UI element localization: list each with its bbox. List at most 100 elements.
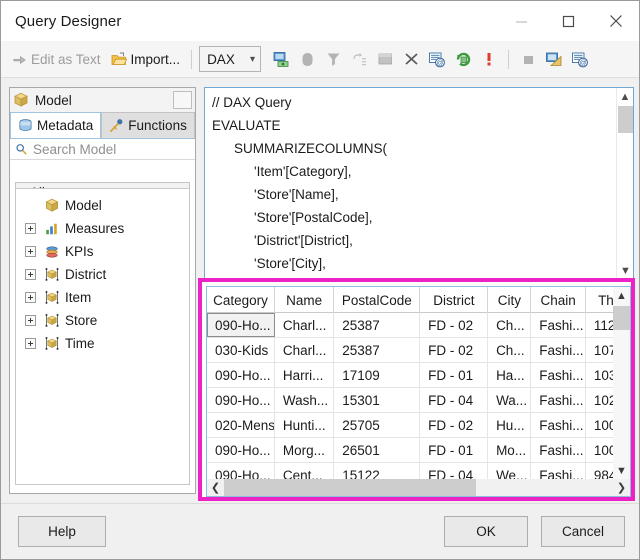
tab-metadata[interactable]: Metadata [10, 112, 102, 138]
tree-item-measures[interactable]: Measures [16, 217, 189, 240]
results-vertical-scrollbar[interactable]: ▲ ▼ [613, 287, 630, 479]
filter-button[interactable] [321, 46, 345, 72]
table-cell[interactable]: FD - 02 [420, 413, 489, 438]
expand-icon[interactable] [25, 338, 36, 349]
tree-item-kpis[interactable]: KPIs [16, 240, 189, 263]
table-cell[interactable]: Fashi... [531, 313, 586, 338]
table-row[interactable]: 090-Ho... Morg... 26501 FD - 01 Mo... Fashi..… [207, 438, 630, 463]
table-cell[interactable]: Morg... [275, 438, 335, 463]
table-cell[interactable]: Ch... [488, 338, 532, 363]
table-cell[interactable]: Fashi... [531, 338, 586, 363]
results-scroll-up-button[interactable]: ▲ [613, 287, 630, 304]
error-button[interactable] [477, 46, 501, 72]
table-cell[interactable]: 090-Ho... [207, 388, 275, 413]
table-cell[interactable]: Wash... [275, 388, 335, 413]
tab-functions[interactable]: Functions [101, 112, 195, 138]
cancel-button[interactable]: Cancel [541, 516, 625, 547]
table-cell[interactable]: FD - 02 [420, 338, 489, 363]
search-model-input[interactable]: Search Model [10, 139, 195, 160]
expand-icon[interactable] [25, 223, 36, 234]
edit-as-text-button[interactable]: Edit as Text [8, 45, 105, 73]
table-cell[interactable]: FD - 02 [420, 313, 489, 338]
query-scroll-down-button[interactable]: ▼ [617, 262, 633, 279]
add-dataset-button[interactable] [269, 46, 293, 72]
table-cell[interactable]: FD - 01 [420, 438, 489, 463]
results-scroll-left-button[interactable]: ❮ [207, 479, 224, 496]
expand-icon[interactable] [25, 269, 36, 280]
table-cell[interactable]: 15301 [334, 388, 421, 413]
table-cell[interactable]: 25387 [334, 313, 421, 338]
expand-icon[interactable] [25, 246, 36, 257]
design-mode-button[interactable] [542, 46, 566, 72]
table-row[interactable]: 090-Ho... Wash... 15301 FD - 04 Wa... Fashi..… [207, 388, 630, 413]
table-cell[interactable]: FD - 04 [420, 388, 489, 413]
table-cell[interactable]: 25387 [334, 338, 421, 363]
close-button[interactable] [592, 1, 639, 41]
column-header-district[interactable]: District [420, 287, 489, 313]
tree-item-district[interactable]: District [16, 263, 189, 286]
expand-icon[interactable] [25, 315, 36, 326]
table-row[interactable]: 020-Mens Hunti... 25705 FD - 02 Hu... Fashi..… [207, 413, 630, 438]
table-cell[interactable]: Charl... [275, 313, 335, 338]
table-cell[interactable]: 17109 [334, 363, 421, 388]
tree-item-item[interactable]: Item [16, 286, 189, 309]
query-scroll-up-button[interactable]: ▲ [617, 88, 633, 105]
table-cell[interactable]: 030-Kids [207, 338, 275, 363]
tree-item-store[interactable]: Store [16, 309, 189, 332]
column-header-postalcode[interactable]: PostalCode [334, 287, 421, 313]
table-cell[interactable]: 020-Mens [207, 413, 275, 438]
table-cell[interactable]: Mo... [488, 438, 532, 463]
table-cell[interactable]: Fashi... [531, 438, 586, 463]
column-header-chain[interactable]: Chain [531, 287, 586, 313]
minimize-button[interactable] [498, 1, 545, 41]
results-horizontal-scrollbar[interactable]: ❮ ❯ [207, 479, 630, 496]
table-cell[interactable]: Harri... [275, 363, 335, 388]
ok-button[interactable]: OK [444, 516, 528, 547]
delete-button[interactable] [399, 46, 423, 72]
results-grid-body[interactable]: 090-Ho... Charl... 25387 FD - 02 Ch... Fashi.… [207, 313, 630, 488]
delete-field-button[interactable] [373, 46, 397, 72]
table-row[interactable]: 030-Kids Charl... 25387 FD - 02 Ch... Fashi..… [207, 338, 630, 363]
table-cell[interactable]: Charl... [275, 338, 335, 363]
model-tree[interactable]: Model Measures KPIs District Item Store Time [15, 188, 190, 485]
results-vscroll-thumb[interactable] [613, 306, 630, 330]
table-cell[interactable]: Fashi... [531, 413, 586, 438]
table-cell[interactable]: Wa... [488, 388, 532, 413]
help-button[interactable]: Help [18, 516, 106, 547]
table-cell[interactable]: 090-Ho... [207, 438, 275, 463]
expand-icon[interactable] [25, 292, 36, 303]
dax-query-editor[interactable]: // DAX Query EVALUATE SUMMARIZECOLUMNS('It… [204, 87, 634, 280]
table-cell[interactable]: 090-Ho... [207, 313, 275, 337]
results-scroll-down-button[interactable]: ▼ [613, 462, 630, 479]
panel-pin-button[interactable] [173, 91, 192, 109]
column-header-city[interactable]: City [488, 287, 532, 313]
table-row[interactable]: 090-Ho... Harri... 17109 FD - 01 Ha... Fashi.… [207, 363, 630, 388]
results-hscroll-thumb[interactable] [224, 479, 476, 496]
tree-item-model[interactable]: Model [16, 194, 189, 217]
maximize-button[interactable] [545, 1, 592, 41]
tree-item-time[interactable]: Time [16, 332, 189, 355]
table-cell[interactable]: Hu... [488, 413, 532, 438]
refresh-fields-button[interactable] [451, 46, 475, 72]
query-vertical-scrollbar[interactable]: ▲ ▼ [616, 88, 633, 279]
results-scroll-right-button[interactable]: ❯ [613, 479, 630, 496]
cube-button[interactable] [295, 46, 319, 72]
column-header-name[interactable]: Name [275, 287, 335, 313]
import-button[interactable]: Import... [107, 45, 185, 73]
table-cell[interactable]: Fashi... [531, 363, 586, 388]
table-cell[interactable]: FD - 01 [420, 363, 489, 388]
execute-query-button[interactable]: @ [568, 46, 592, 72]
table-cell[interactable]: 26501 [334, 438, 421, 463]
sort-button[interactable] [347, 46, 371, 72]
query-parameters-button[interactable]: @ [425, 46, 449, 72]
table-cell[interactable]: Fashi... [531, 388, 586, 413]
query-scroll-thumb[interactable] [618, 106, 633, 133]
table-cell[interactable]: Ch... [488, 313, 532, 338]
table-row[interactable]: 090-Ho... Charl... 25387 FD - 02 Ch... Fashi.… [207, 313, 630, 338]
table-cell[interactable]: 25705 [334, 413, 421, 438]
table-cell[interactable]: Ha... [488, 363, 532, 388]
stop-button[interactable] [516, 46, 540, 72]
results-hscroll-track[interactable] [224, 479, 613, 496]
table-cell[interactable]: Hunti... [275, 413, 335, 438]
table-cell[interactable]: 090-Ho... [207, 363, 275, 388]
